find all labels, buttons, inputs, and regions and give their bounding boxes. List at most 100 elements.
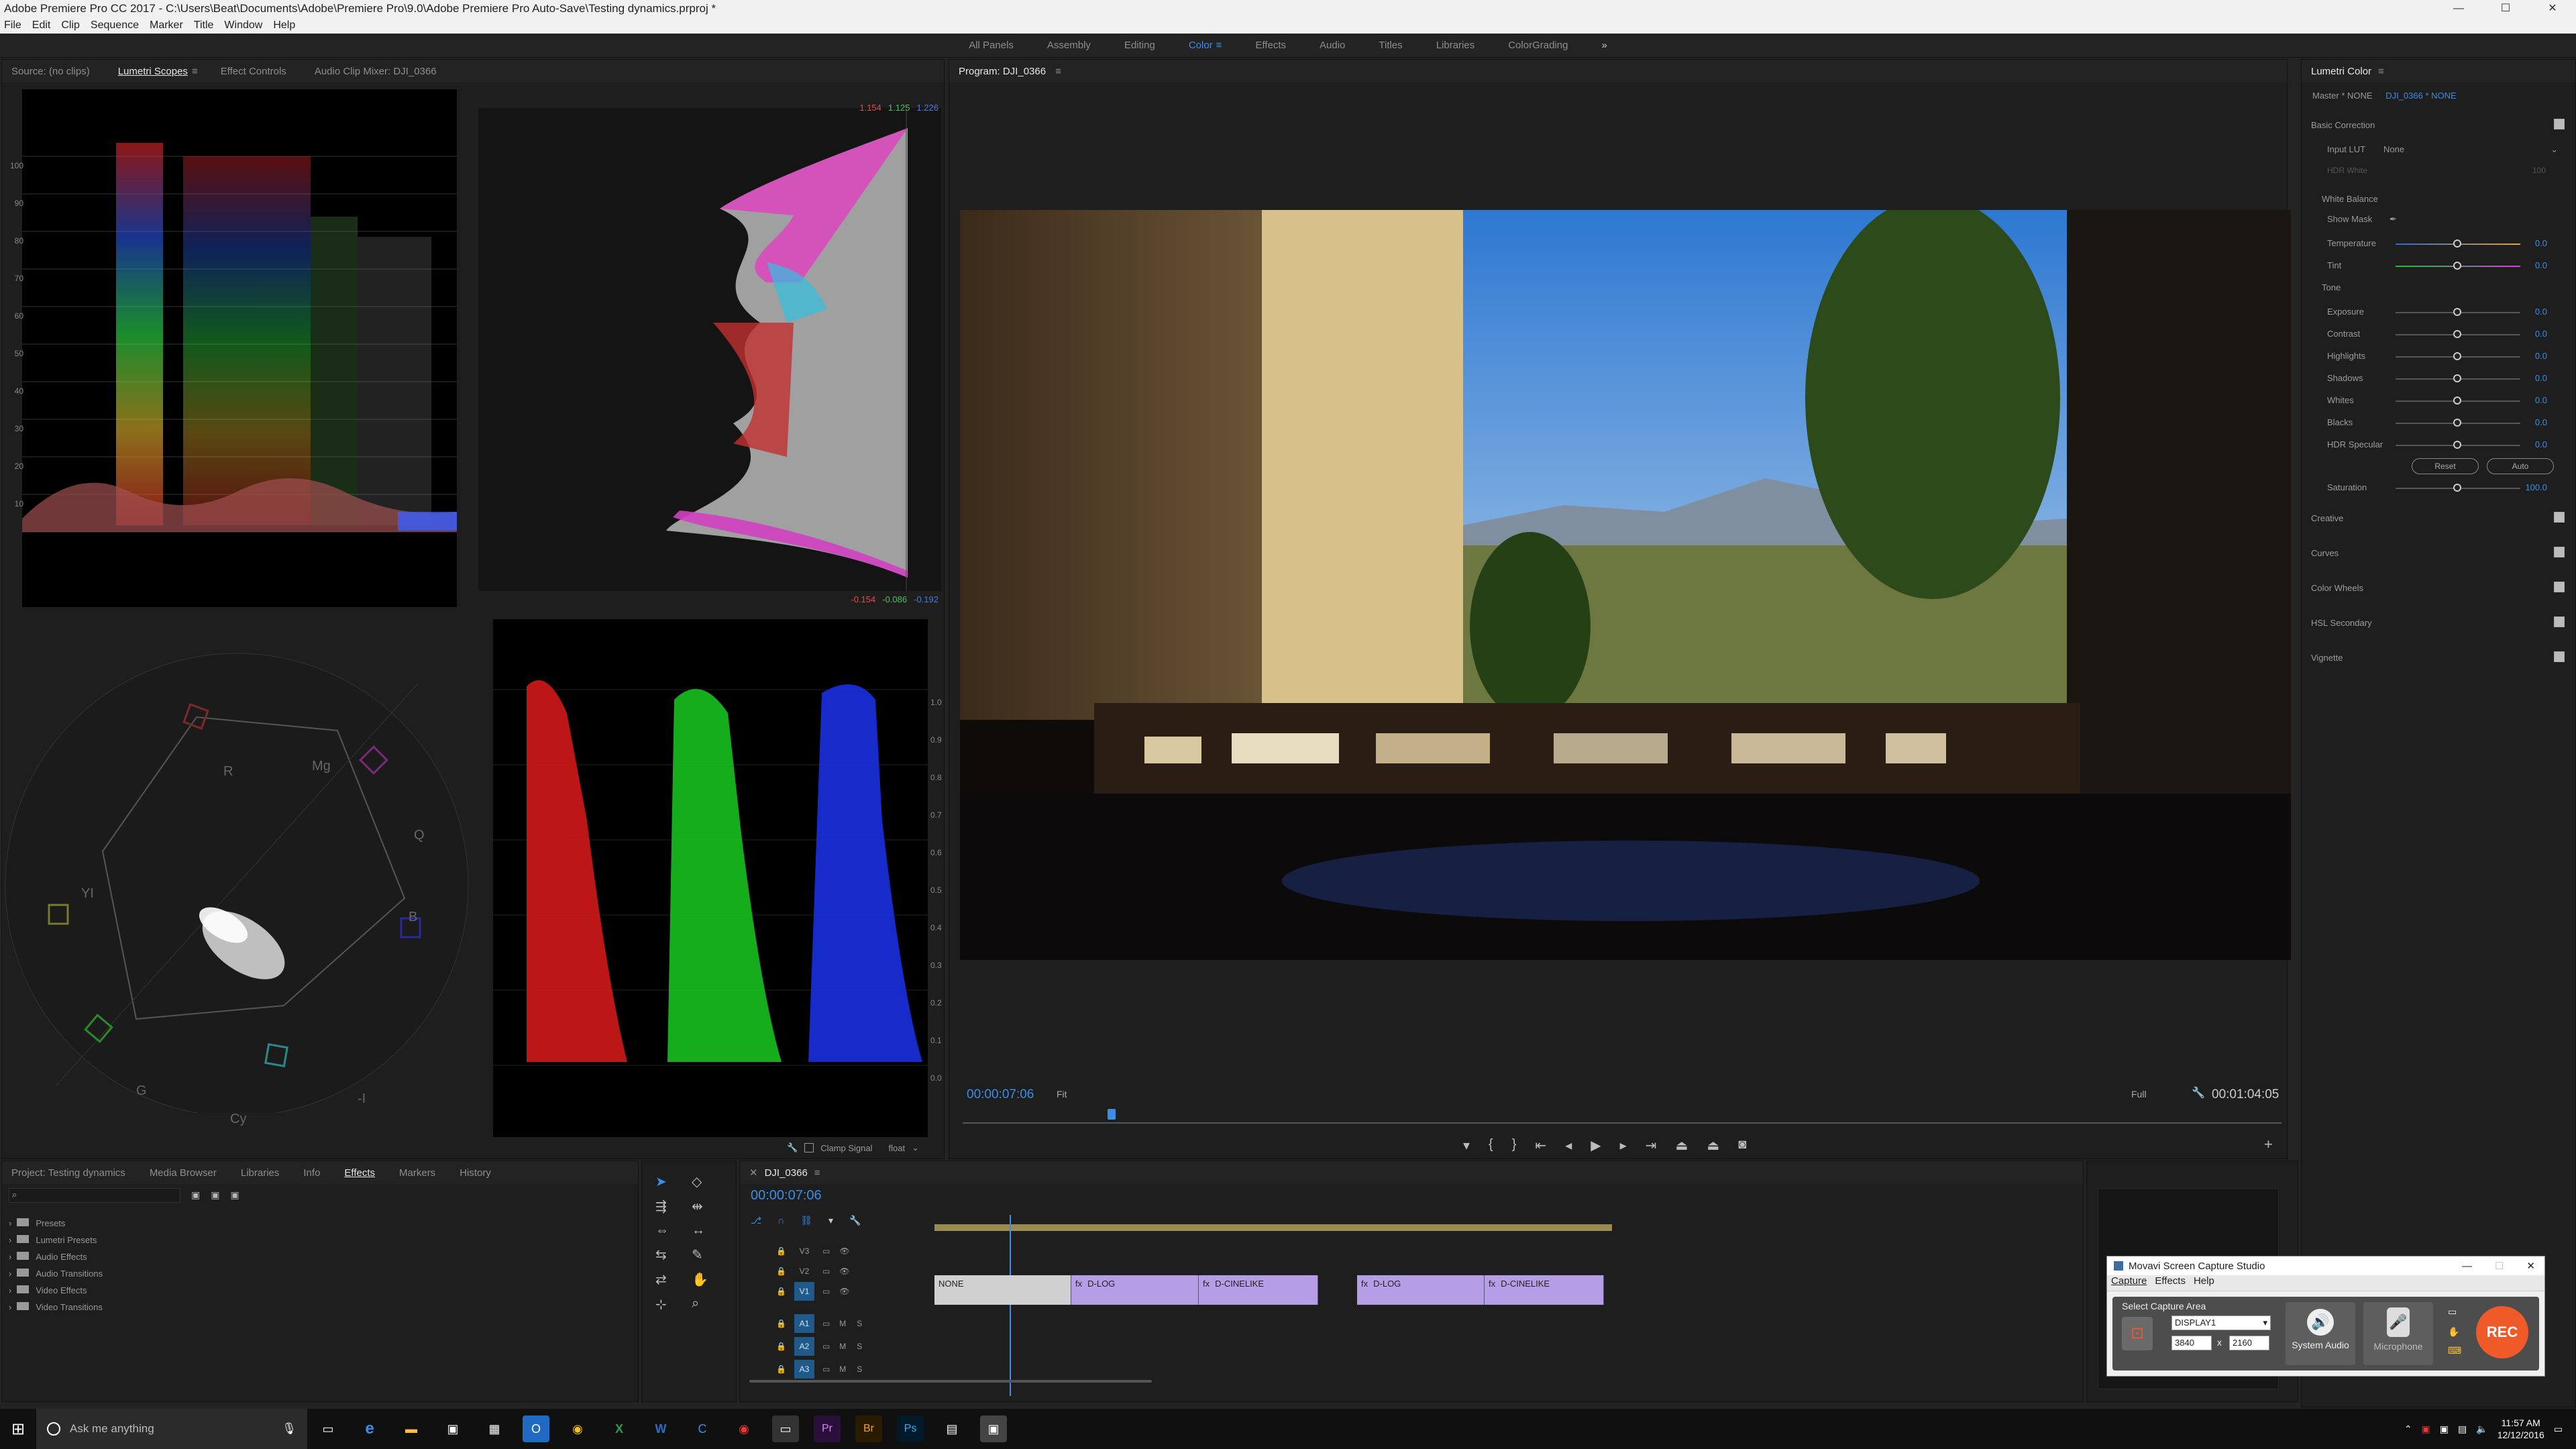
capture-height-input[interactable]: 2160 bbox=[2229, 1336, 2269, 1350]
movavi-minimize-icon[interactable]: — bbox=[2462, 1260, 2472, 1272]
disclosure-icon[interactable]: › bbox=[9, 1252, 11, 1262]
timeline-playhead[interactable] bbox=[1010, 1215, 1011, 1396]
work-area-bar[interactable] bbox=[934, 1224, 1612, 1231]
tray-shield-icon[interactable]: ▣ bbox=[2440, 1424, 2449, 1435]
track-target[interactable]: V3 bbox=[794, 1242, 814, 1260]
type-tool-icon[interactable]: ⊹ bbox=[655, 1296, 682, 1313]
monitor-app-icon[interactable]: ▭ bbox=[772, 1415, 799, 1442]
nest-icon[interactable]: ⎇ bbox=[751, 1215, 761, 1226]
solo-button[interactable]: S bbox=[857, 1342, 862, 1351]
add-button-icon[interactable]: + bbox=[2264, 1136, 2273, 1153]
slider-knob[interactable] bbox=[2453, 396, 2461, 405]
step-back-icon[interactable]: ◂ bbox=[1565, 1137, 1572, 1154]
go-to-in-icon[interactable]: ⇤ bbox=[1535, 1137, 1546, 1154]
slider-knob[interactable] bbox=[2453, 352, 2461, 360]
tray-chevron-icon[interactable]: ⌃ bbox=[2404, 1424, 2412, 1435]
snap-icon[interactable]: ∩ bbox=[777, 1215, 784, 1226]
section-checkbox[interactable] bbox=[2554, 582, 2565, 592]
sync-lock-icon[interactable]: ▭ bbox=[822, 1342, 830, 1351]
sync-lock-icon[interactable]: ▭ bbox=[822, 1319, 830, 1328]
ws-overflow-icon[interactable]: » bbox=[1601, 40, 1607, 51]
microphone-icon[interactable]: 🎙 bbox=[282, 1422, 297, 1436]
sync-lock-icon[interactable]: ▭ bbox=[822, 1364, 830, 1374]
hand-tool-icon[interactable]: ✋ bbox=[692, 1271, 718, 1288]
ws-colorgrading[interactable]: ColorGrading bbox=[1508, 40, 1568, 51]
rolling-edit-icon[interactable]: ⇔ bbox=[655, 1223, 682, 1238]
playhead-marker[interactable] bbox=[1108, 1109, 1116, 1120]
slider-knob[interactable] bbox=[2453, 441, 2461, 449]
clip-d-cinelike-2[interactable]: fx D-CINELIKE bbox=[1485, 1275, 1604, 1305]
highlights-slider[interactable]: Highlights 0.0 bbox=[2302, 348, 2570, 366]
mark-out-icon[interactable]: } bbox=[1512, 1137, 1517, 1154]
eye-icon[interactable]: 👁 bbox=[839, 1287, 849, 1296]
clamp-signal-checkbox[interactable] bbox=[804, 1143, 814, 1152]
tone-header[interactable]: Tone bbox=[2322, 282, 2341, 292]
clip-d-log-2[interactable]: fx D-LOG bbox=[1357, 1275, 1485, 1305]
maximize-icon[interactable]: ☐ bbox=[2482, 0, 2529, 17]
clock[interactable]: 11:57 AM 12/12/2016 bbox=[2498, 1417, 2544, 1441]
tab-effect-controls[interactable]: Effect Controls bbox=[221, 66, 286, 77]
c-app-icon[interactable]: C bbox=[689, 1415, 716, 1442]
section-checkbox[interactable] bbox=[2554, 512, 2565, 523]
clip-d-cinelike-1[interactable]: fx D-CINELIKE bbox=[1199, 1275, 1318, 1305]
track-target[interactable]: A1 bbox=[794, 1314, 814, 1333]
system-audio-button[interactable]: 🔊 System Audio bbox=[2286, 1302, 2355, 1365]
selection-tool-icon[interactable]: ➤ bbox=[655, 1173, 682, 1190]
tab-libraries[interactable]: Libraries bbox=[241, 1167, 280, 1179]
ws-audio[interactable]: Audio bbox=[1320, 40, 1345, 51]
slider-knob[interactable] bbox=[2453, 239, 2461, 248]
effects-folder[interactable]: › Audio Transitions bbox=[9, 1265, 103, 1282]
track-target[interactable]: V2 bbox=[794, 1262, 814, 1281]
section-checkbox[interactable] bbox=[2554, 651, 2565, 662]
rate-stretch-icon[interactable]: ↔ bbox=[692, 1223, 718, 1238]
section-checkbox[interactable] bbox=[2554, 616, 2565, 627]
play-icon[interactable]: ▶ bbox=[1591, 1137, 1601, 1154]
reset-button[interactable]: Reset bbox=[2412, 458, 2479, 474]
slider-knob[interactable] bbox=[2453, 262, 2461, 270]
bridge-app-icon[interactable]: Br bbox=[855, 1415, 882, 1442]
scrubber-track[interactable] bbox=[963, 1122, 2282, 1124]
mute-button[interactable]: M bbox=[839, 1342, 846, 1351]
chevron-down-icon[interactable]: ⌄ bbox=[2551, 144, 2558, 155]
section-color-wheels[interactable]: Color Wheels bbox=[2311, 583, 2363, 593]
temperature-slider[interactable]: Temperature 0.0 bbox=[2302, 235, 2570, 253]
section-hsl-secondary[interactable]: HSL Secondary bbox=[2311, 618, 2372, 628]
cursor-effects-icon[interactable]: ✋ bbox=[2448, 1326, 2459, 1338]
ws-libraries[interactable]: Libraries bbox=[1436, 40, 1475, 51]
lock-icon[interactable]: 🔒 bbox=[776, 1364, 786, 1374]
cortana-search[interactable]: Ask me anything 🎙 bbox=[36, 1409, 307, 1449]
timeline-menu-icon[interactable]: ≡ bbox=[814, 1167, 820, 1179]
tab-project-testing-dynamics[interactable]: Project: Testing dynamics bbox=[11, 1167, 125, 1179]
linked-selection-icon[interactable]: ⛓ bbox=[800, 1215, 812, 1226]
task-view-icon[interactable]: ▭ bbox=[315, 1415, 341, 1442]
sync-lock-icon[interactable]: ▭ bbox=[822, 1246, 830, 1256]
mute-button[interactable]: M bbox=[839, 1364, 846, 1374]
eye-icon[interactable]: 👁 bbox=[839, 1246, 849, 1256]
store-icon[interactable]: ▣ bbox=[439, 1415, 466, 1442]
slide-tool-icon[interactable]: ⇄ bbox=[655, 1271, 682, 1288]
solo-button[interactable]: S bbox=[857, 1364, 862, 1374]
outlook-app-icon[interactable]: O bbox=[523, 1415, 549, 1442]
lock-icon[interactable]: 🔒 bbox=[776, 1267, 786, 1276]
menu-file[interactable]: File bbox=[4, 17, 21, 34]
file-explorer-icon[interactable]: ▬ bbox=[398, 1415, 425, 1442]
32bit-effects-icon[interactable]: ▣ bbox=[211, 1189, 219, 1201]
ws-menu-icon[interactable]: ≡ bbox=[1216, 40, 1222, 51]
tab-history[interactable]: History bbox=[460, 1167, 491, 1179]
timeline-settings-icon[interactable]: 🔧 bbox=[849, 1215, 861, 1226]
menu-clip[interactable]: Clip bbox=[61, 17, 80, 34]
camera-icon[interactable]: ◙ bbox=[1738, 1137, 1746, 1154]
zoom-tool-icon[interactable]: ⌕ bbox=[692, 1296, 718, 1313]
slider-knob[interactable] bbox=[2453, 419, 2461, 427]
mark-in-icon[interactable]: { bbox=[1489, 1137, 1493, 1154]
effects-folder[interactable]: › Audio Effects bbox=[9, 1248, 103, 1265]
hdr-specular-slider[interactable]: HDR Specular 0.0 bbox=[2302, 437, 2570, 454]
track-target[interactable]: V1 bbox=[794, 1282, 814, 1301]
effects-folder[interactable]: › Video Transitions bbox=[9, 1299, 103, 1316]
eye-icon[interactable]: 👁 bbox=[839, 1267, 849, 1276]
saturation-slider[interactable]: Saturation 100.0 bbox=[2302, 480, 2570, 497]
tab-source[interactable]: Source: (no clips) bbox=[11, 66, 90, 77]
close-icon[interactable]: ✕ bbox=[2529, 0, 2576, 17]
solo-button[interactable]: S bbox=[857, 1319, 862, 1328]
add-marker-icon[interactable]: ▾ bbox=[828, 1215, 833, 1226]
